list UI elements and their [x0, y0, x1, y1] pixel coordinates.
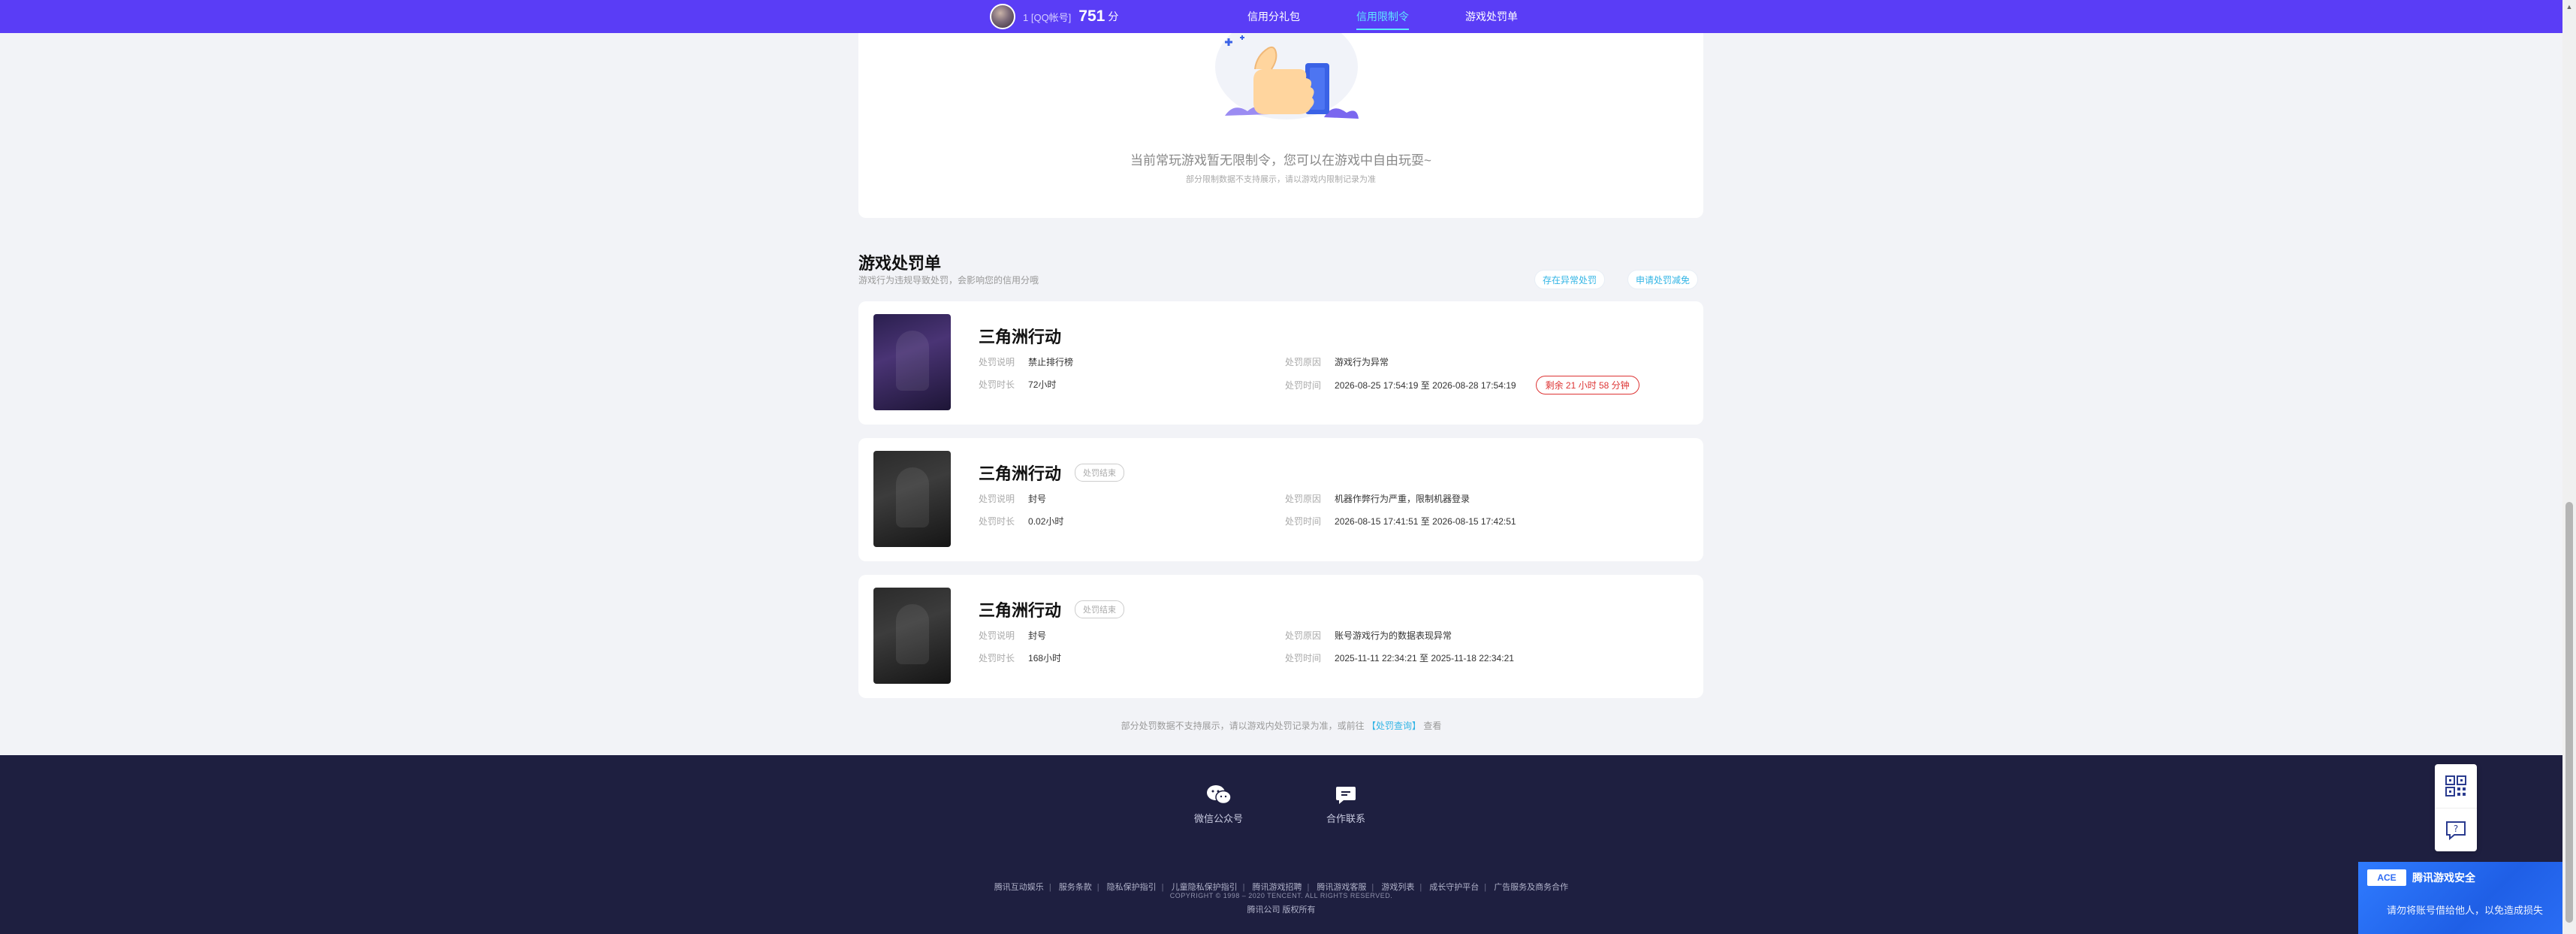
penalty-desc-label: 处罚说明 [979, 494, 1015, 504]
footer-link[interactable]: 儿童隐私保护指引 [1172, 883, 1238, 892]
remaining-time-badge: 剩余 21 小时 58 分钟 [1535, 376, 1639, 394]
penalty-duration-label: 处罚时长 [979, 379, 1015, 390]
penalty-time-to: 至 [1419, 653, 1429, 663]
empty-state-subtext: 部分限制数据不支持展示，请以游戏内限制记录为准 [1186, 175, 1376, 184]
penalty-card[interactable]: 三角洲行动 处罚结束 处罚说明 封号 处罚时长 0.02小时 处罚原因 机器作弊… [858, 438, 1703, 561]
footer-link[interactable]: 服务条款 [1059, 883, 1092, 892]
penalty-duration-label: 处罚时长 [979, 653, 1015, 663]
penalty-start-time: 2026-08-25 17:54:19 [1335, 380, 1419, 391]
footer-link[interactable]: 腾讯游戏招聘 [1253, 883, 1302, 892]
penalty-desc-value: 禁止排行榜 [1028, 357, 1074, 367]
penalty-reason-label: 处罚原因 [1285, 357, 1322, 367]
penalty-reason-value: 账号游戏行为的数据表现异常 [1335, 630, 1452, 641]
contact-label: 合作联系 [1326, 813, 1366, 824]
tab-credit-restriction[interactable]: 信用限制令 [1356, 0, 1409, 33]
penalty-query-link[interactable]: 【处罚查询】 [1367, 721, 1421, 731]
penalty-desc-value: 封号 [1028, 630, 1047, 641]
wechat-official-link[interactable]: 微信公众号 [1194, 784, 1243, 825]
abnormal-penalty-button[interactable]: 存在异常处罚 [1534, 270, 1606, 289]
penalty-end-time: 2026-08-15 17:42:51 [1432, 516, 1516, 527]
penalty-duration-value: 72小时 [1028, 379, 1057, 390]
empty-state-message: 当前常玩游戏暂无限制令，您可以在游戏中自由玩耍~ [1130, 153, 1431, 168]
tab-game-penalty[interactable]: 游戏处罚单 [1465, 0, 1518, 33]
game-security-banner[interactable]: ACE 腾讯游戏安全 请勿将账号借给他人，以免造成损失 [2358, 862, 2562, 934]
footer-link[interactable]: 腾讯游戏客服 [1317, 883, 1366, 892]
game-title: 三角洲行动 [979, 328, 1062, 346]
wechat-official-label: 微信公众号 [1194, 813, 1244, 824]
penalty-duration-label: 处罚时长 [979, 516, 1015, 527]
penalty-desc-label: 处罚说明 [979, 357, 1015, 367]
user-info[interactable]: 1 [QQ帐号] 751 分 [990, 4, 1118, 29]
footer-link[interactable]: 游戏列表 [1381, 883, 1414, 892]
avatar[interactable] [990, 4, 1015, 29]
note-prefix: 部分处罚数据不支持展示，请以游戏内处罚记录为准，或前往 [1121, 721, 1365, 731]
footer-link[interactable]: 广告服务及商务合作 [1494, 883, 1568, 892]
footer-link[interactable]: 腾讯互动娱乐 [994, 883, 1044, 892]
game-title: 三角洲行动 [979, 464, 1062, 483]
penalty-section-title: 游戏处罚单 [858, 254, 942, 273]
credit-score: 751 [1078, 8, 1106, 25]
penalty-time-label: 处罚时间 [1285, 516, 1322, 527]
ace-logo: ACE [2367, 869, 2406, 886]
game-cover-image [873, 314, 951, 410]
game-cover-image [873, 451, 951, 547]
penalty-desc-label: 处罚说明 [979, 630, 1015, 641]
penalty-time-to: 至 [1420, 380, 1430, 391]
footer-links: 腾讯互动娱乐 | 服务条款 | 隐私保护指引 | 儿童隐私保护指引 | 腾讯游戏招聘 | … [994, 883, 1569, 892]
game-cover-image [873, 588, 951, 684]
game-title: 三角洲行动 [979, 601, 1062, 620]
penalty-time-label: 处罚时间 [1285, 653, 1322, 663]
penalty-start-time: 2026-08-15 17:41:51 [1335, 516, 1419, 527]
penalty-duration-value: 168小时 [1028, 653, 1062, 663]
rights-reserved: 腾讯公司 版权所有 [1247, 905, 1316, 914]
tab-credit-gift[interactable]: 信用分礼包 [1247, 0, 1300, 33]
penalty-reduction-button[interactable]: 申请处罚减免 [1627, 270, 1699, 289]
footer-link[interactable]: 成长守护平台 [1429, 883, 1479, 892]
message-icon [1332, 784, 1359, 806]
contact-link[interactable]: 合作联系 [1326, 784, 1365, 825]
footer: 微信公众号 合作联系 腾讯互动娱乐 | 服务条款 | 隐私保护指引 | 儿童隐私保护指… [0, 755, 2562, 934]
security-banner-tip: 请勿将账号借给他人，以免造成损失 [2387, 905, 2544, 916]
credit-score-unit: 分 [1108, 11, 1119, 23]
svg-text:?: ? [2454, 824, 2458, 834]
penalty-card[interactable]: 三角洲行动 处罚说明 禁止排行榜 处罚时长 72小时 处罚原因 游戏行为异常 处… [858, 301, 1703, 425]
scroll-up-arrow-icon[interactable]: ▲ [2562, 0, 2576, 14]
help-chat-icon[interactable]: ? [2435, 808, 2477, 851]
thumbs-up-illustration [1215, 33, 1359, 119]
penalty-desc-value: 封号 [1028, 494, 1047, 504]
penalty-end-time: 2026-08-28 17:54:19 [1432, 380, 1516, 391]
floating-side-tools: ? [2435, 764, 2477, 851]
penalty-reason-value: 机器作弊行为严重，限制机器登录 [1335, 494, 1470, 504]
wechat-icon [1205, 784, 1232, 806]
top-nav-bar: 1 [QQ帐号] 751 分 信用分礼包 信用限制令 游戏处罚单 [0, 0, 2562, 33]
penalty-reason-label: 处罚原因 [1285, 494, 1322, 504]
copyright: COPYRIGHT © 1998 – 2020 TENCENT. ALL RIG… [1169, 892, 1393, 899]
penalty-data-note: 部分处罚数据不支持展示，请以游戏内处罚记录为准，或前往 【处罚查询】 查看 [0, 719, 2562, 732]
penalty-reason-label: 处罚原因 [1285, 630, 1322, 641]
status-badge: 处罚结束 [1075, 600, 1125, 618]
penalty-start-time: 2025-11-11 22:34:21 [1335, 653, 1417, 663]
footer-link[interactable]: 隐私保护指引 [1107, 883, 1157, 892]
penalty-card[interactable]: 三角洲行动 处罚结束 处罚说明 封号 处罚时长 168小时 处罚原因 账号游戏行… [858, 575, 1703, 698]
scrollbar-thumb[interactable] [2565, 502, 2573, 923]
penalty-end-time: 2025-11-18 22:34:21 [1431, 653, 1514, 663]
penalty-duration-value: 0.02小时 [1028, 516, 1064, 527]
penalty-time-label: 处罚时间 [1285, 380, 1322, 391]
user-name: 1 [QQ帐号] [1023, 11, 1072, 23]
note-suffix: 查看 [1423, 721, 1442, 731]
qrcode-icon[interactable] [2435, 764, 2477, 808]
penalty-time-to: 至 [1420, 516, 1430, 527]
security-banner-title: 腾讯游戏安全 [2412, 872, 2475, 884]
penalty-reason-value: 游戏行为异常 [1335, 357, 1389, 367]
restriction-empty-card: 当前常玩游戏暂无限制令，您可以在游戏中自由玩耍~ 部分限制数据不支持展示，请以游… [858, 33, 1703, 218]
penalty-section-subtitle: 游戏行为违规导致处罚，会影响您的信用分哦 [858, 275, 1039, 286]
status-badge: 处罚结束 [1075, 464, 1125, 482]
